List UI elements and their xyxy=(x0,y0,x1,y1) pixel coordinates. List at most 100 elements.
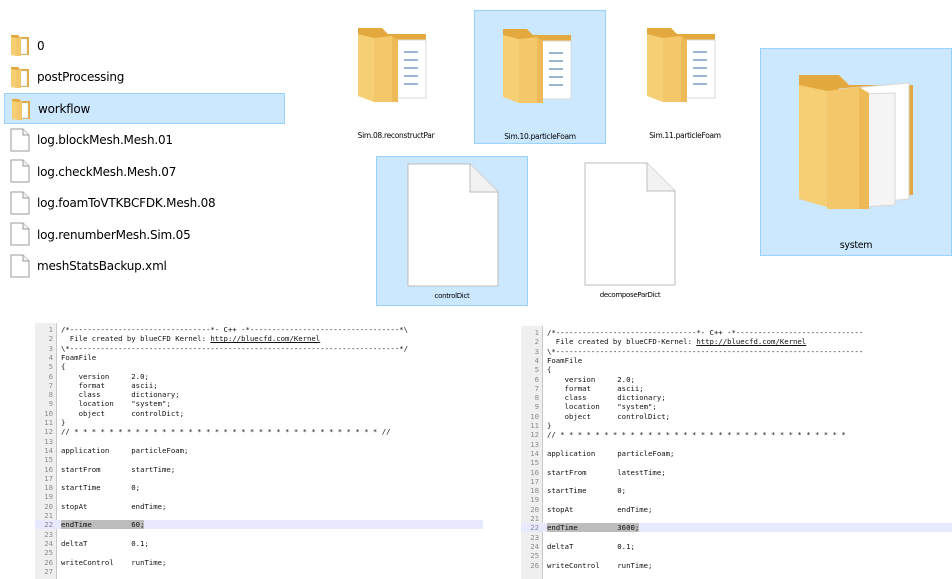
line-number: 22 xyxy=(530,523,539,533)
code-content: /*--------------------------------*- C++… xyxy=(547,328,864,337)
file-list-item[interactable]: log.checkMesh.Mesh.07 xyxy=(4,156,285,187)
folder-sim-10[interactable]: Sim.10.particleFoam xyxy=(474,10,606,144)
file-icon xyxy=(10,254,30,278)
line-number: 7 xyxy=(534,383,539,393)
line-number: 21 xyxy=(530,514,539,523)
code-text: writeControl runTime; xyxy=(61,558,166,567)
code-link[interactable]: http://bluecfd.com/Kernel xyxy=(210,334,320,343)
code-content: stopAt endTime; xyxy=(547,504,653,514)
code-line: 1 /*--------------------------------*- C+… xyxy=(35,325,483,334)
code-line: 21 xyxy=(35,511,483,520)
file-list-item[interactable]: 0 xyxy=(4,30,285,61)
code-text: endTime 3600; xyxy=(547,523,640,533)
code-line: 2 File created by blueCFD Kernel: http:/… xyxy=(35,334,483,343)
line-number: 12 xyxy=(530,430,539,440)
code-line: 24 deltaT 0.1; xyxy=(35,539,483,548)
folder-icon xyxy=(647,28,716,102)
selected-keyword: endTime 3600; xyxy=(547,523,640,533)
code-link[interactable]: http://bluecfd.com/Kernel xyxy=(696,337,806,346)
code-text: object controlDict; xyxy=(61,409,184,418)
line-number: 3 xyxy=(534,346,539,356)
folder-label: Sim.10.particleFoam xyxy=(504,132,576,141)
code-text: /*--------------------------------*- C++… xyxy=(547,328,863,337)
line-number: 26 xyxy=(530,560,539,570)
folder-system[interactable]: system xyxy=(760,48,952,256)
line-number: 18 xyxy=(44,483,53,493)
code-line: 9 location "system"; xyxy=(35,399,483,408)
editor-left[interactable]: 1 /*--------------------------------*- C+… xyxy=(35,323,483,579)
editor-right[interactable]: 1 /*--------------------------------*- C+… xyxy=(521,326,952,579)
code-text: File created by blueCFD-Kernel: http://b… xyxy=(547,337,806,346)
folder-label: Sim.08.reconstructPar xyxy=(357,131,435,140)
file-list-item[interactable]: log.foamToVTKBCFDK.Mesh.08 xyxy=(4,188,285,219)
code-content: deltaT 0.1; xyxy=(61,538,149,548)
folder-sim-11[interactable]: Sim.11.particleFoam xyxy=(622,10,748,144)
code-content: object controlDict; xyxy=(547,411,671,421)
code-line: 26 writeControl runTime; xyxy=(521,561,952,570)
code-line: 23 xyxy=(521,533,952,542)
code-text: FoamFile xyxy=(61,353,96,362)
file-list-item[interactable]: log.renumberMesh.Sim.05 xyxy=(4,219,285,250)
line-number: 2 xyxy=(48,334,53,344)
line-number: 17 xyxy=(44,473,53,483)
code-line: 25 xyxy=(521,551,952,560)
folder-label: system xyxy=(839,240,873,251)
line-number: 1 xyxy=(534,328,539,337)
file-label: decomposeParDict xyxy=(599,291,661,299)
code-text: // * * * * * * * * * * * * * * * * * * *… xyxy=(61,427,390,436)
code-text: startTime 0; xyxy=(547,486,626,495)
code-content: { xyxy=(61,362,66,372)
line-number: 7 xyxy=(48,380,53,390)
code-line: 7 format ascii; xyxy=(35,381,483,390)
code-content: File created by blueCFD Kernel: xyxy=(61,334,211,344)
code-content: startFrom latestTime; xyxy=(547,467,666,477)
file-name: meshStatsBackup.xml xyxy=(37,259,167,273)
file-name: log.checkMesh.Mesh.07 xyxy=(37,164,177,179)
code-line: 11} xyxy=(521,421,952,430)
line-number: 15 xyxy=(44,455,53,465)
code-line: 6 version 2.0; xyxy=(35,372,483,381)
line-number: 11 xyxy=(44,418,53,427)
code-content: } xyxy=(61,418,66,427)
code-line: 26 writeControl runTime; xyxy=(35,558,483,567)
code-content: startTime 0; xyxy=(61,483,141,493)
line-number: 26 xyxy=(44,557,53,567)
line-number: 25 xyxy=(530,551,539,561)
code-line: 16 startFrom startTime; xyxy=(35,465,483,474)
code-line: 21 xyxy=(521,514,952,523)
line-number: 16 xyxy=(530,467,539,477)
code-text: startTime 0; xyxy=(61,483,140,492)
code-text: location "system"; xyxy=(547,402,657,411)
code-text: deltaT 0.1; xyxy=(547,542,635,551)
file-icon xyxy=(10,222,30,246)
file-icon xyxy=(407,163,499,287)
code-content: // * * * * * * * * * * * * * * * * * * *… xyxy=(61,427,391,437)
code-text: version 2.0; xyxy=(547,375,635,384)
folder-icon xyxy=(10,65,30,89)
code-text: \*--------------------------------------… xyxy=(61,344,408,353)
code-text: application particleFoam; xyxy=(547,449,674,458)
file-label: controlDict xyxy=(434,292,470,300)
code-text: File created by blueCFD Kernel: http://b… xyxy=(61,334,320,343)
code-content: File created by blueCFD-Kernel: xyxy=(547,337,697,347)
file-list-item[interactable]: postProcessing xyxy=(4,62,285,93)
code-text: } xyxy=(61,418,65,427)
file-list-item[interactable]: meshStatsBackup.xml xyxy=(4,251,285,282)
code-content: startFrom startTime; xyxy=(61,464,176,474)
code-content: FoamFile xyxy=(61,352,97,362)
code-content: location "system"; xyxy=(61,399,171,409)
file-name: 0 xyxy=(37,38,45,53)
file-list-item[interactable]: workflow xyxy=(4,93,285,124)
file-list-item[interactable]: log.blockMesh.Mesh.01 xyxy=(4,125,285,156)
code-content: format ascii; xyxy=(61,380,158,390)
code-content: // * * * * * * * * * * * * * * * * * * *… xyxy=(547,430,846,440)
line-number: 20 xyxy=(530,504,539,514)
code-line: 2 File created by blueCFD-Kernel: http:/… xyxy=(521,337,952,346)
code-text: version 2.0; xyxy=(61,372,149,381)
code-text: /*--------------------------------*- C++… xyxy=(61,325,408,334)
file-decomposeParDict[interactable]: decomposeParDict xyxy=(554,156,706,306)
folder-sim-08[interactable]: Sim.08.reconstructPar xyxy=(333,10,459,144)
code-content: { xyxy=(547,365,552,375)
code-line: 25 xyxy=(35,548,483,557)
file-controlDict[interactable]: controlDict xyxy=(376,156,528,306)
